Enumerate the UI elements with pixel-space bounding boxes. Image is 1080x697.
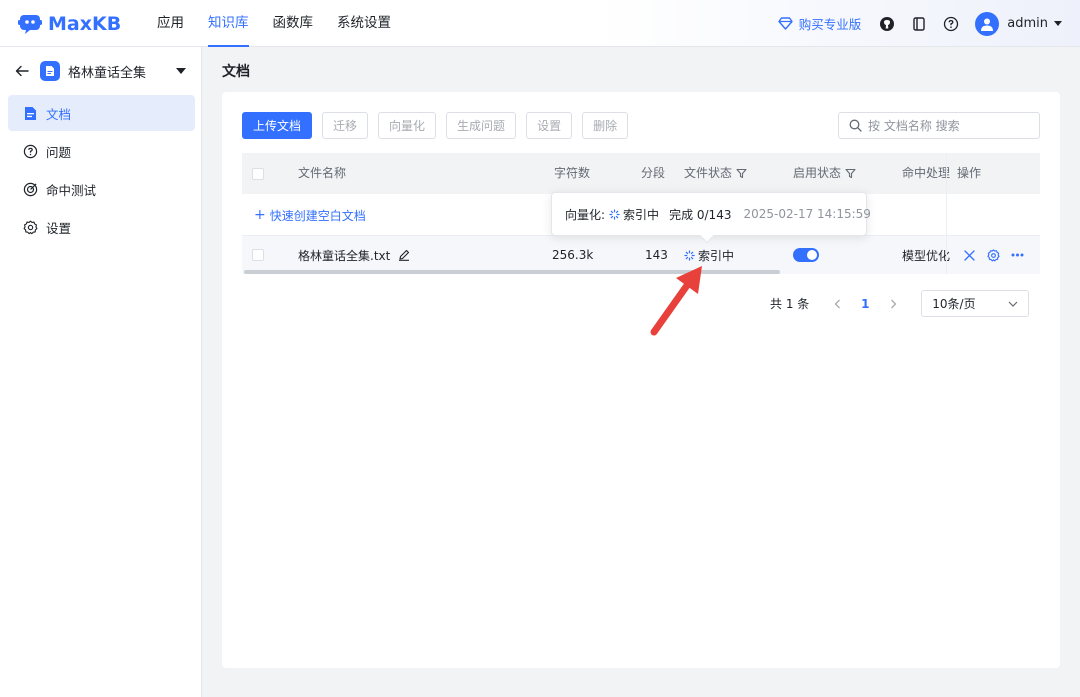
sidebar-item-label: 问题	[46, 144, 72, 160]
next-page-icon[interactable]	[881, 292, 905, 316]
row-enabled-toggle[interactable]	[793, 236, 819, 274]
tooltip-timestamp: 2025-02-17 14:15:59	[743, 207, 871, 221]
sidebar-item-label: 设置	[46, 220, 72, 236]
sidebar-item-label: 命中测试	[46, 182, 97, 198]
back-arrow-icon[interactable]	[14, 63, 30, 79]
avatar[interactable]	[975, 11, 1000, 36]
kb-selector[interactable]: 格林童话全集	[14, 59, 190, 83]
nav-system-settings[interactable]: 系统设置	[337, 0, 391, 47]
row-file-name[interactable]: 格林童话全集.txt	[298, 236, 410, 274]
row-actions	[961, 236, 1033, 274]
vectorize-button[interactable]: 向量化	[378, 112, 437, 139]
col-segments: 分段	[641, 166, 666, 180]
loading-icon	[684, 249, 695, 261]
search-input[interactable]	[868, 118, 1028, 133]
document-icon	[22, 105, 38, 121]
migrate-button[interactable]: 迁移	[322, 112, 369, 139]
nav-apps[interactable]: 应用	[157, 0, 184, 47]
sidebar-item-hit-test[interactable]: 命中测试	[8, 171, 195, 207]
question-icon	[22, 143, 38, 159]
loading-icon	[609, 208, 620, 220]
col-file-status[interactable]: 文件状态	[684, 153, 747, 194]
pagination: 共 1 条 1 10条/页	[770, 290, 1030, 317]
gear-icon[interactable]	[985, 247, 1001, 263]
chevron-down-icon	[1008, 301, 1018, 307]
enabled-toggle[interactable]	[793, 248, 819, 262]
col-file-name: 文件名称	[298, 166, 347, 180]
more-icon[interactable]	[1009, 247, 1025, 263]
logo-text: MaxKB	[48, 13, 122, 35]
filter-icon[interactable]	[845, 168, 856, 179]
status-tooltip: 向量化: 索引中 完成 0/143 2025-02-17 14:15:59	[551, 192, 871, 244]
cancel-task-icon[interactable]	[961, 247, 977, 263]
diamond-icon	[778, 17, 793, 30]
quick-create-button[interactable]: + 快速创建空白文档	[254, 194, 366, 236]
delete-button[interactable]: 删除	[582, 112, 629, 139]
file-status-label: 索引中	[698, 248, 735, 263]
col-file-status-label: 文件状态	[684, 166, 733, 180]
tooltip-label: 向量化:	[565, 207, 606, 222]
top-bar: MaxKB 应用 知识库 函数库 系统设置 购买专业版 admin	[0, 0, 1080, 47]
kb-document-icon	[40, 61, 60, 81]
page-size-select[interactable]: 10条/页	[921, 290, 1030, 317]
buy-pro-button[interactable]: 购买专业版	[778, 14, 862, 33]
chevron-down-icon[interactable]	[1054, 21, 1062, 26]
book-icon[interactable]	[909, 14, 929, 34]
caret-down-icon[interactable]	[176, 68, 186, 74]
target-icon	[22, 181, 38, 197]
user-name[interactable]: admin	[1007, 16, 1048, 31]
settings-button[interactable]: 设置	[526, 112, 573, 139]
sidebar-item-label: 文档	[46, 106, 72, 122]
search-box[interactable]	[838, 112, 1040, 139]
user-icon	[981, 18, 994, 31]
pagination-total: 共 1 条	[770, 297, 810, 311]
generate-questions-button[interactable]: 生成问题	[446, 112, 517, 139]
sidebar-item-questions[interactable]: 问题	[8, 133, 195, 169]
help-icon[interactable]	[941, 14, 961, 34]
kb-name: 格林童话全集	[68, 65, 147, 81]
logo-icon	[18, 15, 42, 34]
logo[interactable]: MaxKB	[18, 12, 121, 36]
fixed-column-divider	[946, 153, 947, 274]
filter-icon[interactable]	[736, 168, 747, 179]
document-card: 上传文档 迁移 向量化 生成问题 设置 删除 文件名称 字符数 分段 文件状态 …	[222, 92, 1060, 668]
nav-function-library[interactable]: 函数库	[273, 0, 314, 47]
select-all-checkbox[interactable]	[252, 153, 264, 194]
tooltip-progress: 完成 0/143	[669, 207, 732, 222]
tooltip-status-label: 索引中	[623, 207, 660, 222]
col-char-count: 字符数	[554, 166, 591, 180]
toolbar: 上传文档 迁移 向量化 生成问题 设置 删除	[242, 112, 638, 139]
row-checkbox[interactable]	[252, 236, 264, 274]
search-icon	[849, 119, 862, 132]
page-title: 文档	[222, 64, 250, 80]
nav-knowledge-base[interactable]: 知识库	[208, 0, 249, 47]
annotation-arrow	[650, 266, 702, 336]
sidebar: 格林童话全集 文档 问题 命中测试 设置	[0, 47, 202, 697]
top-right-actions: 购买专业版 admin	[778, 0, 1062, 47]
main-nav: 应用 知识库 函数库 系统设置	[157, 0, 415, 47]
side-menu: 文档 问题 命中测试 设置	[8, 95, 195, 247]
gear-icon	[22, 219, 38, 235]
plus-icon: +	[254, 207, 266, 223]
table-header: 文件名称 字符数 分段 文件状态 启用状态 命中处理 操作	[242, 153, 1040, 194]
sidebar-item-settings[interactable]: 设置	[8, 209, 195, 245]
prev-page-icon[interactable]	[825, 292, 849, 316]
quick-create-label: 快速创建空白文档	[269, 208, 366, 223]
sidebar-item-documents[interactable]: 文档	[8, 95, 195, 131]
col-enabled-status-label: 启用状态	[793, 166, 842, 180]
upload-document-button[interactable]: 上传文档	[242, 112, 313, 139]
github-icon[interactable]	[877, 14, 897, 34]
col-actions: 操作	[957, 166, 982, 180]
buy-pro-label: 购买专业版	[798, 17, 862, 32]
page-number[interactable]: 1	[853, 292, 877, 316]
tooltip-status: 索引中	[609, 206, 659, 223]
page-size-value: 10条/页	[932, 297, 976, 311]
col-enabled-status[interactable]: 启用状态	[793, 153, 856, 194]
row-char-count: 256.3k	[552, 248, 594, 262]
file-name: 格林童话全集.txt	[298, 248, 391, 263]
row-hit-handling: 模型优化	[902, 248, 951, 263]
edit-icon[interactable]	[398, 249, 410, 261]
col-hit-handling: 命中处理	[902, 166, 951, 180]
